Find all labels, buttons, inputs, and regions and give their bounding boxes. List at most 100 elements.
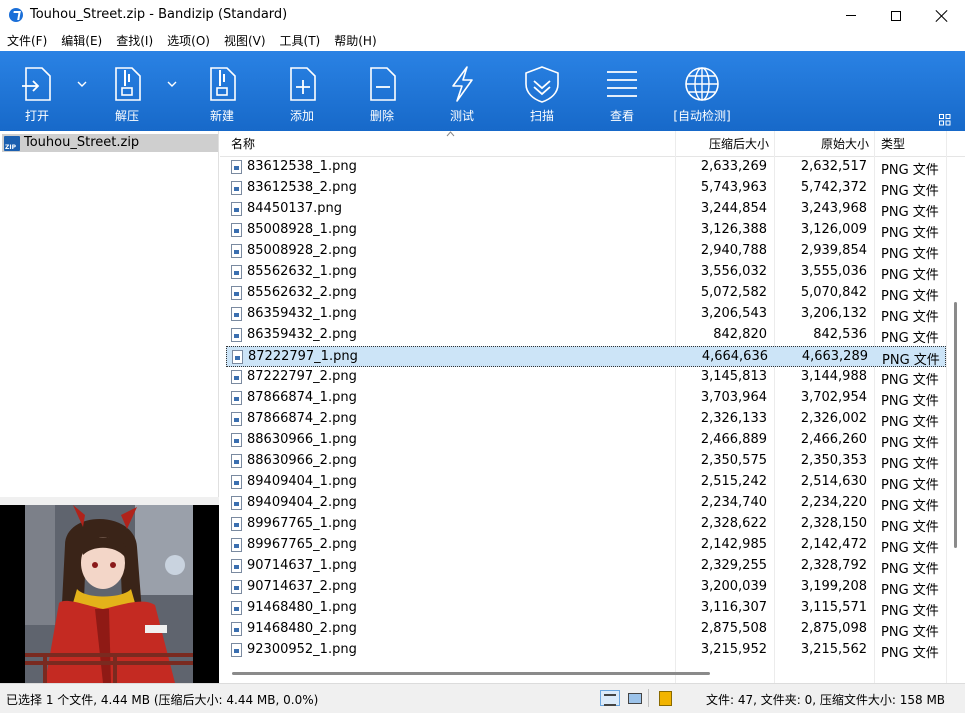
autocheck-button[interactable]: [自动检测] (667, 51, 737, 131)
file-row[interactable]: 86359432_2.png 842,820 842,536 PNG 文件 (226, 325, 946, 346)
pane-splitter[interactable] (0, 497, 219, 505)
file-row[interactable]: 85562632_2.png 5,072,582 5,070,842 PNG 文件 (226, 283, 946, 304)
file-original-size: 3,115,571 (800, 600, 867, 615)
menu-file[interactable]: 文件(F) (0, 31, 54, 51)
file-type: PNG 文件 (882, 353, 940, 368)
autocheck-label: [自动检测] (673, 109, 731, 123)
image-preview-panel (0, 505, 219, 683)
column-header-compressed-size[interactable]: 压缩后大小 (709, 131, 769, 157)
file-name: 91468480_2.png (247, 621, 357, 636)
file-type: PNG 文件 (881, 646, 939, 661)
file-type: PNG 文件 (881, 331, 939, 346)
file-row[interactable]: 85008928_2.png 2,940,788 2,939,854 PNG 文件 (226, 241, 946, 262)
file-type: PNG 文件 (881, 163, 939, 178)
file-original-size: 3,199,208 (800, 579, 867, 594)
test-button[interactable]: 测试 (427, 51, 497, 131)
file-original-size: 2,466,260 (800, 432, 867, 447)
file-row[interactable]: 92300952_1.png 3,215,952 3,215,562 PNG 文件 (226, 640, 946, 661)
file-name: 87866874_2.png (247, 411, 357, 426)
menu-bar: 文件(F) 编辑(E) 查找(I) 选项(O) 视图(V) 工具(T) 帮助(H… (0, 31, 965, 51)
column-header-original-size[interactable]: 原始大小 (821, 131, 869, 157)
delete-button[interactable]: 删除 (347, 51, 417, 131)
file-type: PNG 文件 (881, 226, 939, 241)
maximize-button[interactable] (873, 0, 919, 31)
menu-edit[interactable]: 编辑(E) (54, 31, 109, 51)
png-file-icon (231, 643, 242, 657)
menu-find[interactable]: 查找(I) (109, 31, 160, 51)
png-file-icon (231, 454, 242, 468)
bandizip-app-icon (9, 8, 23, 22)
column-header-type[interactable]: 类型 (881, 131, 905, 157)
file-compressed-size: 5,743,963 (700, 180, 767, 195)
file-original-size: 2,875,098 (800, 621, 867, 636)
file-name: 89409404_2.png (247, 495, 357, 510)
archive-info-icon[interactable] (655, 690, 675, 706)
file-original-size: 2,632,517 (800, 159, 867, 174)
png-file-icon (231, 370, 242, 384)
png-file-icon (231, 622, 242, 636)
file-original-size: 3,243,968 (800, 201, 867, 216)
scan-button[interactable]: 扫描 (507, 51, 577, 131)
file-row[interactable]: 87866874_2.png 2,326,133 2,326,002 PNG 文件 (226, 409, 946, 430)
new-button[interactable]: 新建 (187, 51, 257, 131)
file-row[interactable]: 88630966_2.png 2,350,575 2,350,353 PNG 文件 (226, 451, 946, 472)
extract-button[interactable]: 解压 (92, 51, 162, 131)
details-view-button[interactable] (600, 690, 620, 706)
file-name: 92300952_1.png (247, 642, 357, 657)
file-row[interactable]: 85562632_1.png 3,556,032 3,555,036 PNG 文件 (226, 262, 946, 283)
minimize-button[interactable] (828, 0, 874, 31)
toolbar: 打开 解压 新建 添加 删除 测试 扫描 查看 [自动检测] (0, 51, 965, 131)
menu-options[interactable]: 选项(O) (160, 31, 217, 51)
file-compressed-size: 5,072,582 (700, 285, 767, 300)
archive-summary: 文件: 47, 文件夹: 0, 压缩文件大小: 158 MB (706, 693, 946, 707)
sort-ascending-icon (446, 131, 455, 137)
folder-tree: Touhou_Street.zip (0, 131, 219, 497)
menu-tools[interactable]: 工具(T) (273, 31, 328, 51)
file-row[interactable]: 89967765_1.png 2,328,622 2,328,150 PNG 文件 (226, 514, 946, 535)
layout-grid-icon[interactable] (939, 114, 951, 126)
status-divider (648, 689, 649, 707)
file-compressed-size: 3,556,032 (700, 264, 767, 279)
list-view-icon (607, 71, 637, 97)
file-name: 89967765_2.png (247, 537, 357, 552)
file-row[interactable]: 86359432_1.png 3,206,543 3,206,132 PNG 文件 (226, 304, 946, 325)
file-row[interactable]: 91468480_2.png 2,875,508 2,875,098 PNG 文件 (226, 619, 946, 640)
vertical-scrollbar[interactable] (954, 302, 957, 548)
file-row[interactable]: 89409404_2.png 2,234,740 2,234,220 PNG 文件 (226, 493, 946, 514)
view-button[interactable]: 查看 (587, 51, 657, 131)
file-row[interactable]: 85008928_1.png 3,126,388 3,126,009 PNG 文件 (226, 220, 946, 241)
file-row[interactable]: 87866874_1.png 3,703,964 3,702,954 PNG 文件 (226, 388, 946, 409)
file-name: 86359432_1.png (247, 306, 357, 321)
file-type: PNG 文件 (881, 604, 939, 619)
horizontal-scrollbar[interactable] (232, 672, 710, 675)
file-row[interactable]: 89409404_1.png 2,515,242 2,514,630 PNG 文件 (226, 472, 946, 493)
file-row[interactable]: 87222797_2.png 3,145,813 3,144,988 PNG 文件 (226, 367, 946, 388)
menu-help[interactable]: 帮助(H) (327, 31, 383, 51)
tree-item-label: Touhou_Street.zip (24, 135, 140, 150)
menu-view[interactable]: 视图(V) (217, 31, 273, 51)
lightning-icon (452, 66, 473, 102)
open-button[interactable]: 打开 (2, 51, 72, 131)
thumbnail-view-button[interactable] (625, 690, 645, 706)
file-row[interactable]: 83612538_1.png 2,633,269 2,632,517 PNG 文件 (226, 157, 946, 178)
file-row[interactable]: 88630966_1.png 2,466,889 2,466,260 PNG 文件 (226, 430, 946, 451)
file-row[interactable]: 90714637_2.png 3,200,039 3,199,208 PNG 文件 (226, 577, 946, 598)
tree-item-archive-root[interactable]: Touhou_Street.zip (2, 134, 218, 152)
window-title: Touhou_Street.zip - Bandizip (Standard) (30, 7, 288, 22)
test-label: 测试 (449, 109, 474, 123)
extract-dropdown-arrow[interactable] (166, 79, 178, 89)
add-button[interactable]: 添加 (267, 51, 337, 131)
file-row[interactable]: 90714637_1.png 2,329,255 2,328,792 PNG 文件 (226, 556, 946, 577)
scan-label: 扫描 (529, 109, 554, 123)
file-row[interactable]: 91468480_1.png 3,116,307 3,115,571 PNG 文件 (226, 598, 946, 619)
png-file-icon (231, 391, 242, 405)
close-button[interactable] (919, 0, 965, 31)
file-row[interactable]: 84450137.png 3,244,854 3,243,968 PNG 文件 (226, 199, 946, 220)
file-row[interactable]: 83612538_2.png 5,743,963 5,742,372 PNG 文件 (226, 178, 946, 199)
file-list: 名称 压缩后大小 原始大小 类型 83612538_1.png 2,633,269… (220, 131, 965, 683)
file-row[interactable]: 87222797_1.png 4,664,636 4,663,289 PNG 文件 (226, 346, 946, 368)
file-row[interactable]: 89967765_2.png 2,142,985 2,142,472 PNG 文件 (226, 535, 946, 556)
file-original-size: 2,514,630 (800, 474, 867, 489)
column-header-name[interactable]: 名称 (231, 131, 255, 157)
open-dropdown-arrow[interactable] (76, 79, 88, 89)
